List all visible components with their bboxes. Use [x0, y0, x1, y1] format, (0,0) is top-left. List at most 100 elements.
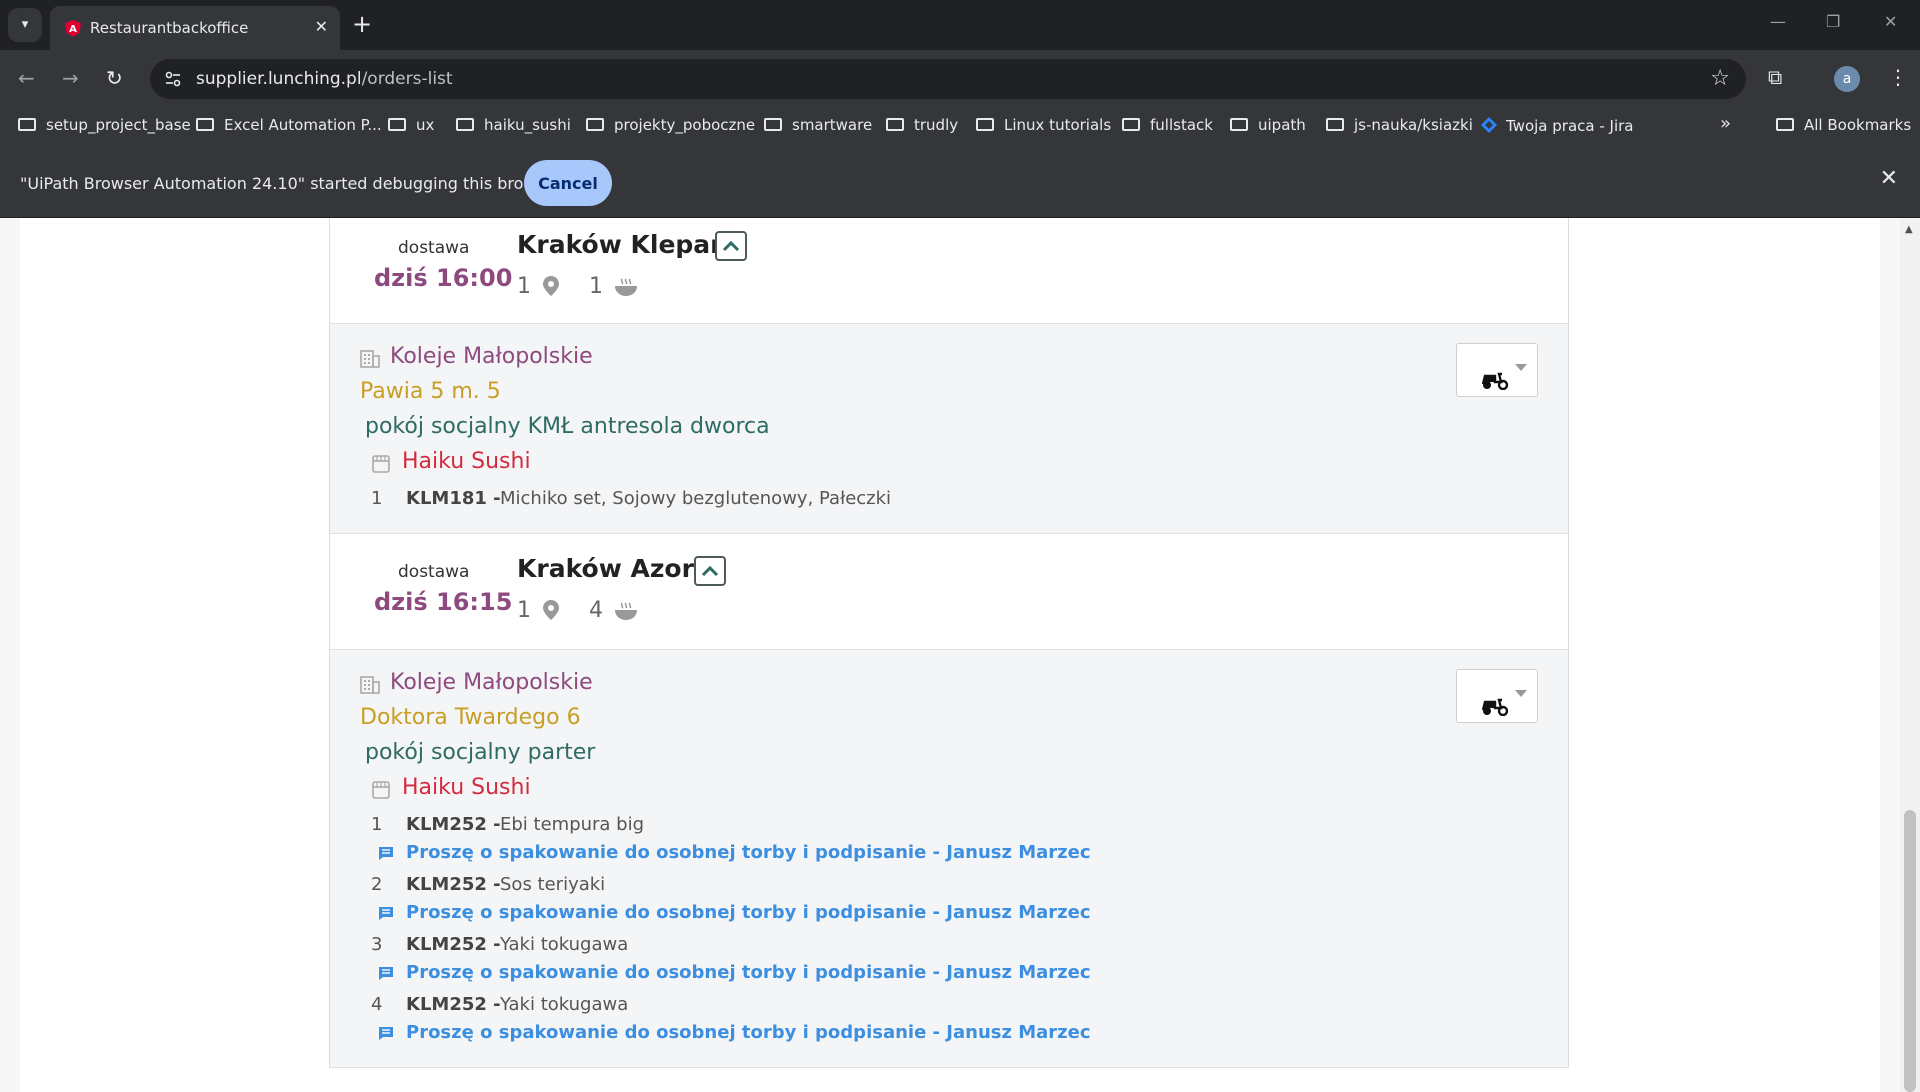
debugging-infobar: "UiPath Browser Automation 24.10" starte…: [0, 142, 1920, 218]
bookmark-item[interactable]: Excel Automation P...: [196, 116, 382, 134]
folder-icon: [18, 118, 36, 131]
comment-icon: [379, 1027, 393, 1040]
back-icon[interactable]: ←: [18, 66, 35, 90]
infobar-message: "UiPath Browser Automation 24.10" starte…: [20, 174, 562, 193]
comment-icon: [379, 967, 393, 980]
item-number: 1: [371, 814, 383, 835]
bookmark-item[interactable]: setup_project_base: [18, 116, 191, 134]
close-infobar-icon[interactable]: ✕: [1880, 166, 1898, 191]
item-code: KLM252 -: [406, 874, 501, 895]
svg-text:A: A: [69, 24, 77, 35]
delivery-city: Kraków Azory: [517, 554, 711, 583]
item-number: 3: [371, 934, 383, 955]
item-description: Yaki tokugawa: [500, 934, 629, 955]
bookmark-item[interactable]: uipath: [1230, 116, 1306, 134]
delivery-time: dziś 16:15: [374, 588, 513, 616]
collapse-toggle-button[interactable]: [694, 556, 726, 586]
minimize-icon[interactable]: —: [1770, 12, 1786, 31]
note-text: Proszę o spakowanie do osobnej torby i p…: [406, 902, 1091, 923]
bookmark-item[interactable]: Twoja praca - Jira: [1480, 116, 1633, 135]
delivery-label: dostawa: [398, 562, 470, 582]
folder-icon: [976, 118, 994, 131]
delivery-group-header: dostawa dziś 16:00 Kraków Kleparz 1 1: [330, 218, 1568, 324]
group-counts: 1 1: [517, 274, 660, 299]
delivery-label: dostawa: [398, 238, 470, 258]
item-number: 1: [371, 488, 383, 509]
item-code: KLM181 -: [406, 488, 501, 509]
delivery-group-header: dostawa dziś 16:15 Kraków Azory 1 4: [330, 534, 1568, 650]
delivery-city: Kraków Kleparz: [517, 230, 738, 259]
bookmark-item[interactable]: Linux tutorials: [976, 116, 1111, 134]
item-number: 4: [371, 994, 383, 1015]
delivery-time: dziś 16:00: [374, 264, 513, 292]
company-name: Koleje Małopolskie: [390, 344, 593, 369]
item-code: KLM252 -: [406, 994, 501, 1015]
folder-icon: [1776, 118, 1794, 131]
caret-down-icon: [1515, 690, 1527, 697]
bookmark-item[interactable]: smartware: [764, 116, 872, 134]
item-description: Yaki tokugawa: [500, 994, 629, 1015]
all-bookmarks[interactable]: All Bookmarks: [1776, 116, 1911, 134]
chevron-up-icon: [701, 565, 719, 577]
folder-icon: [886, 118, 904, 131]
bookmark-item[interactable]: haiku_sushi: [456, 116, 571, 134]
chevron-up-icon: [722, 240, 740, 252]
collapse-toggle-button[interactable]: [715, 231, 747, 261]
cancel-debugging-button[interactable]: Cancel: [524, 160, 612, 206]
tab-search-button[interactable]: ▾: [8, 8, 42, 42]
note-text: Proszę o spakowanie do osobnej torby i p…: [406, 842, 1091, 863]
bookmarks-bar: setup_project_base Excel Automation P...…: [0, 108, 1920, 142]
site-info-icon[interactable]: [164, 70, 182, 88]
bookmark-item[interactable]: ux: [388, 116, 434, 134]
order-card: Koleje Małopolskie Doktora Twardego 6 po…: [330, 650, 1568, 1068]
order-card: Koleje Małopolskie Pawia 5 m. 5 pokój so…: [330, 324, 1568, 534]
angular-icon: A: [65, 20, 81, 37]
scooter-icon: [1481, 372, 1509, 390]
browser-toolbar: ← → ↻ supplier.lunching.pl/orders-list ☆…: [0, 50, 1920, 108]
item-number: 2: [371, 874, 383, 895]
room-location: pokój socjalny parter: [365, 740, 596, 765]
new-tab-button[interactable]: +: [352, 10, 372, 38]
scroll-up-arrow-icon[interactable]: ▲: [1905, 224, 1913, 235]
reload-icon[interactable]: ↻: [106, 66, 123, 90]
item-description: Ebi tempura big: [500, 814, 645, 835]
scooter-icon: [1481, 698, 1509, 716]
forward-icon[interactable]: →: [62, 66, 79, 90]
location-count: 1: [517, 274, 531, 299]
item-description: Michiko set, Sojowy bezglutenowy, Pałecz…: [500, 488, 892, 509]
active-tab[interactable]: A Restaurantbackoffice ✕: [50, 6, 340, 50]
meal-count: 4: [589, 598, 603, 623]
bookmark-item[interactable]: js-nauka/ksiazki: [1326, 116, 1473, 134]
folder-icon: [456, 118, 474, 131]
folder-icon: [1122, 118, 1140, 131]
bookmark-item[interactable]: trudly: [886, 116, 958, 134]
address-bar[interactable]: supplier.lunching.pl/orders-list ☆: [150, 59, 1746, 99]
street-address: Pawia 5 m. 5: [360, 379, 501, 404]
tab-title: Restaurantbackoffice: [90, 19, 249, 37]
scrollbar-thumb[interactable]: [1904, 810, 1916, 1092]
folder-icon: [388, 118, 406, 131]
orders-list: dostawa dziś 16:00 Kraków Kleparz 1 1 Ko…: [329, 218, 1569, 1068]
room-location: pokój socjalny KMŁ antresola dworca: [365, 414, 770, 439]
meal-count: 1: [589, 274, 603, 299]
restaurant-name: Haiku Sushi: [402, 775, 531, 800]
close-tab-icon[interactable]: ✕: [315, 17, 328, 36]
restore-icon[interactable]: ❐: [1826, 12, 1840, 31]
building-icon: [360, 350, 380, 368]
close-window-icon[interactable]: ✕: [1884, 12, 1897, 31]
bookmark-star-icon[interactable]: ☆: [1710, 66, 1730, 91]
bookmark-item[interactable]: fullstack: [1122, 116, 1213, 134]
profile-avatar[interactable]: a: [1834, 66, 1860, 92]
bookmarks-overflow-icon[interactable]: »: [1720, 113, 1731, 134]
extensions-icon[interactable]: ⧉: [1768, 65, 1782, 89]
folder-icon: [1230, 118, 1248, 131]
item-code: KLM252 -: [406, 814, 501, 835]
caret-down-icon: [1515, 364, 1527, 371]
company-name: Koleje Małopolskie: [390, 670, 593, 695]
menu-icon[interactable]: ⋮: [1888, 65, 1908, 89]
bookmark-item[interactable]: projekty_poboczne: [586, 116, 755, 134]
delivery-status-dropdown[interactable]: [1456, 669, 1538, 723]
delivery-status-dropdown[interactable]: [1456, 343, 1538, 397]
tab-strip: ▾ A Restaurantbackoffice ✕ + — ❐ ✕: [0, 0, 1920, 50]
street-address: Doktora Twardego 6: [360, 705, 581, 730]
